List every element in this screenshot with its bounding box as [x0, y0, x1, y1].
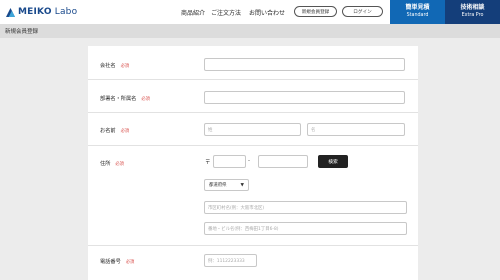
prefecture-select-value: 都道府県 — [209, 183, 227, 188]
divider — [88, 79, 418, 80]
street-input[interactable]: 番地・ビル名(例：西梅田1丁目6-8) — [204, 222, 407, 235]
divider — [88, 245, 418, 246]
nav-contact[interactable]: お問い合わせ — [249, 8, 285, 17]
quick-quote-label: 簡単見積 — [405, 4, 430, 11]
postal-code-second-input[interactable] — [258, 155, 308, 168]
last-name-input[interactable]: 姓 — [204, 123, 301, 136]
address-label: 住所 必須 — [100, 161, 124, 167]
logo-text: MEIKO Labo — [18, 7, 78, 17]
required-badge: 必須 — [120, 129, 130, 134]
required-badge: 必須 — [141, 97, 150, 102]
postal-hyphen: - — [248, 158, 250, 164]
chevron-down-icon: ▼ — [240, 182, 244, 188]
name-label: お名前 必須 — [100, 128, 130, 134]
nav-how-to-order[interactable]: ご注文方法 — [211, 8, 241, 17]
phone-label: 電話番号 必須 — [100, 259, 135, 265]
company-input[interactable] — [204, 58, 405, 71]
tech-consult-label: 技術相談 — [460, 4, 485, 11]
required-badge: 必須 — [125, 260, 135, 265]
divider — [88, 112, 418, 113]
prefecture-select[interactable]: 都道府県 ▼ — [204, 179, 249, 191]
register-button[interactable]: 新規会員登録 — [294, 6, 337, 17]
registration-form: 会社名 必須 部署名・所属名 必須 お名前 必須 姓 名 住所 必須 〒 - 検索 都道… — [88, 46, 418, 280]
tech-consult-sub: Extra Pro — [461, 13, 484, 18]
login-button[interactable]: ログイン — [342, 6, 383, 17]
quick-quote-sub: Standard — [406, 13, 429, 18]
nav-products[interactable]: 商品紹介 — [181, 8, 205, 17]
postal-mark: 〒 — [205, 160, 211, 166]
logo[interactable]: MEIKO Labo — [6, 6, 77, 18]
required-badge: 必須 — [115, 162, 124, 167]
city-input[interactable]: 市区町村名(例：大阪市北区) — [204, 201, 407, 214]
postal-code-first-input[interactable] — [213, 155, 246, 168]
logo-mark-icon — [6, 7, 15, 17]
quick-quote-button[interactable]: 簡単見積 Standard — [390, 0, 445, 24]
required-badge: 必須 — [120, 64, 130, 69]
divider — [88, 145, 418, 146]
phone-input[interactable]: 例：1112223333 — [204, 254, 257, 267]
department-input[interactable] — [204, 91, 405, 104]
address-search-button[interactable]: 検索 — [318, 155, 348, 168]
page-title: 新規会員登録 — [5, 29, 39, 35]
page-title-bar: 新規会員登録 — [0, 24, 500, 38]
site-header: MEIKO Labo 商品紹介 ご注文方法 お問い合わせ 新規会員登録 ログイン… — [0, 0, 500, 24]
company-label: 会社名 必須 — [100, 63, 130, 69]
first-name-input[interactable]: 名 — [307, 123, 405, 136]
department-label: 部署名・所属名 必須 — [100, 96, 150, 102]
tech-consult-button[interactable]: 技術相談 Extra Pro — [445, 0, 500, 24]
